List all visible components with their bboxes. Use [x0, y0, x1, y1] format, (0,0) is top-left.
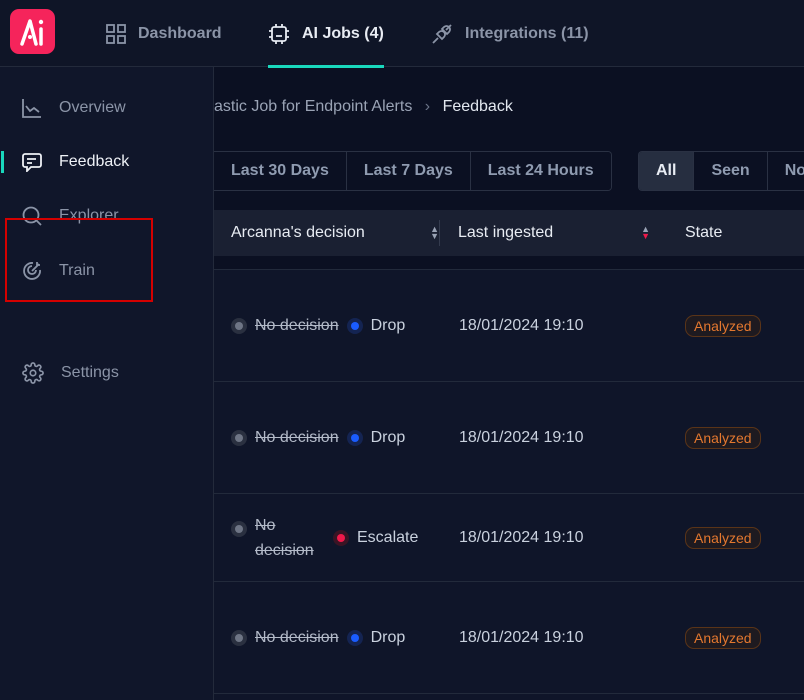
decision-cell: No decision Drop [231, 426, 405, 450]
table-row[interactable]: No decision Drop 18/01/2024 19:10 Analyz… [214, 381, 804, 493]
previous-decision: No decision [255, 317, 339, 334]
last-ingested-cell: 18/01/2024 19:10 [459, 629, 584, 646]
nav-label: Dashboard [138, 24, 222, 42]
filter-last-24-hours[interactable]: Last 24 Hours [470, 152, 611, 190]
filter-all[interactable]: All [639, 152, 695, 190]
nav-label: AI Jobs (4) [302, 24, 384, 42]
status-filter-group: All Seen No [638, 151, 804, 191]
sidebar: Overview Feedback Explorer Train Setting… [0, 67, 214, 700]
status-badge: Analyzed [685, 315, 761, 337]
status-badge: Analyzed [685, 627, 761, 649]
status-badge: Analyzed [685, 527, 761, 549]
sort-icon[interactable]: ▲ ▼ [430, 225, 439, 241]
status-badge: Analyzed [685, 427, 761, 449]
state-cell: Analyzed [685, 426, 761, 450]
chart-icon [22, 99, 41, 118]
last-ingested-cell: 18/01/2024 19:10 [459, 529, 584, 546]
table-row[interactable] [214, 693, 804, 700]
decision-cell: No decision Escalate [231, 517, 419, 559]
current-decision: Escalate [357, 529, 419, 546]
current-decision: Drop [370, 317, 406, 334]
gear-icon [22, 362, 44, 384]
table-row[interactable]: No decision Escalate 18/01/2024 19:10 An… [214, 493, 804, 581]
sidebar-item-overview[interactable]: Overview [0, 88, 214, 128]
filter-last-7-days[interactable]: Last 7 Days [346, 152, 471, 190]
current-decision: Drop [370, 629, 406, 646]
no-decision-dot-icon [231, 318, 247, 334]
table-header: Arcanna's decision ▲ ▼ Last ingested ▲ ▼ S… [214, 210, 804, 256]
last-ingested-cell: 18/01/2024 19:10 [459, 429, 584, 446]
previous-decision: No decision [255, 517, 314, 559]
top-bar: Dashboard AI Jobs (4) Integrations (11) [0, 0, 804, 68]
message-icon [22, 153, 42, 172]
table-row[interactable]: No decision Drop 18/01/2024 19:10 Analyz… [214, 269, 804, 381]
plug-icon [432, 23, 452, 44]
nav-integrations[interactable]: Integrations (11) [431, 0, 589, 67]
no-decision-dot-icon [231, 521, 247, 537]
table-row[interactable]: No decision Drop 18/01/2024 19:10 Analyz… [214, 581, 804, 693]
filter-seen[interactable]: Seen [694, 152, 768, 190]
escalate-dot-icon [333, 530, 349, 546]
drop-dot-icon [346, 430, 363, 446]
sidebar-item-settings[interactable]: Settings [0, 353, 214, 393]
time-filter-group: Last 30 Days Last 7 Days Last 24 Hours [214, 151, 612, 191]
sidebar-item-label: Feedback [59, 153, 130, 170]
state-cell: Analyzed [685, 526, 761, 550]
column-state[interactable]: State [685, 224, 722, 242]
column-arcanna-decision[interactable]: Arcanna's decision ▲ ▼ [231, 224, 439, 242]
last-ingested-cell: 18/01/2024 19:10 [459, 317, 584, 334]
column-last-ingested[interactable]: Last ingested ▲ ▼ [458, 224, 650, 242]
train-highlight-box [5, 218, 153, 302]
decision-cell: No decision Drop [231, 314, 405, 338]
column-label: Last ingested [458, 224, 554, 241]
chip-icon [269, 23, 289, 44]
sidebar-item-label: Overview [59, 99, 126, 116]
current-decision: Drop [370, 429, 406, 446]
breadcrumb-current: Feedback [442, 98, 513, 115]
nav-ai-jobs[interactable]: AI Jobs (4) [268, 0, 384, 68]
no-decision-dot-icon [231, 430, 247, 446]
nav-dashboard[interactable]: Dashboard [106, 0, 222, 67]
column-label: State [685, 224, 723, 241]
drop-dot-icon [346, 318, 363, 334]
breadcrumb-parent[interactable]: astic Job for Endpoint Alerts [214, 98, 412, 115]
breadcrumb: astic Job for Endpoint Alerts › Feedback [214, 98, 513, 116]
column-divider [439, 220, 440, 246]
sort-desc-icon[interactable]: ▲ ▼ [641, 225, 650, 241]
state-cell: Analyzed [685, 626, 761, 650]
nav-label: Integrations (11) [465, 24, 589, 42]
app-logo[interactable] [10, 9, 55, 54]
previous-decision: No decision [255, 429, 339, 446]
filter-not-seen[interactable]: No [767, 152, 804, 190]
drop-dot-icon [346, 630, 363, 646]
no-decision-dot-icon [231, 630, 247, 646]
table-spacer [214, 256, 804, 269]
breadcrumb-separator: › [424, 98, 431, 115]
previous-decision: No decision [255, 629, 339, 646]
sidebar-item-feedback[interactable]: Feedback [0, 142, 214, 182]
state-cell: Analyzed [685, 314, 761, 338]
sidebar-item-label: Settings [61, 364, 119, 381]
decision-cell: No decision Drop [231, 626, 405, 650]
column-label: Arcanna's decision [231, 224, 365, 241]
grid-icon [106, 23, 126, 44]
filter-last-30-days[interactable]: Last 30 Days [214, 152, 347, 190]
